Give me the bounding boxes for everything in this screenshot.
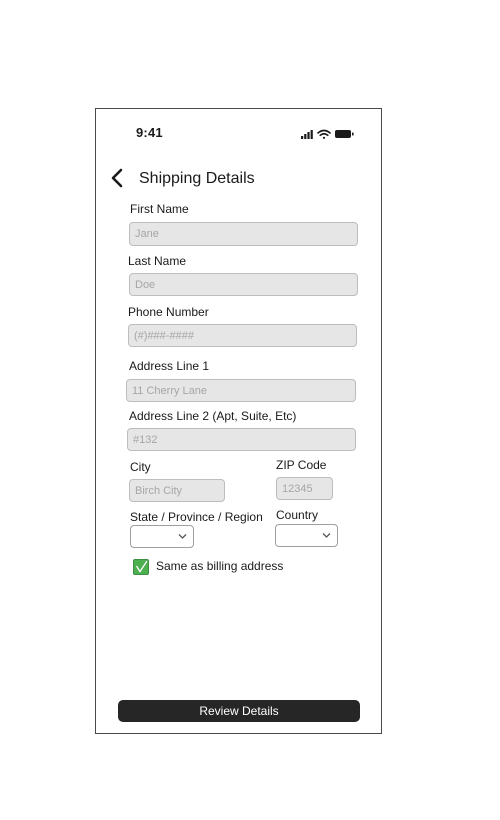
zip-input[interactable]	[276, 477, 333, 500]
signal-icon	[301, 130, 313, 139]
review-details-button[interactable]: Review Details	[118, 700, 360, 722]
back-button[interactable]	[109, 167, 125, 189]
same-as-billing-label: Same as billing address	[156, 559, 284, 573]
wifi-icon	[317, 129, 331, 139]
page-title: Shipping Details	[139, 170, 255, 187]
phone-label: Phone Number	[128, 305, 209, 319]
address1-input[interactable]	[126, 379, 356, 402]
address1-label: Address Line 1	[129, 359, 210, 373]
country-label: Country	[276, 508, 319, 522]
zip-label: ZIP Code	[276, 458, 327, 472]
battery-icon	[335, 130, 354, 138]
last-name-label: Last Name	[128, 254, 187, 268]
state-label: State / Province / Region	[130, 510, 263, 524]
phone-frame: 9:41 Shipping Details First Name Jane La…	[95, 108, 382, 734]
country-select[interactable]	[275, 524, 338, 547]
status-icons-svg	[301, 129, 354, 139]
chevron-down-icon	[178, 534, 187, 539]
address2-input[interactable]	[127, 428, 356, 451]
first-name-input[interactable]	[129, 222, 358, 246]
city-label: City	[130, 460, 151, 474]
state-select[interactable]	[130, 525, 194, 548]
city-input[interactable]	[129, 479, 225, 502]
last-name-input[interactable]	[129, 273, 358, 296]
status-icons	[301, 127, 361, 139]
chevron-down-icon	[322, 533, 331, 538]
first-name-label: First Name	[130, 202, 189, 216]
same-as-billing-checkbox[interactable]	[133, 559, 149, 575]
checkmark-icon	[135, 560, 148, 573]
address2-label: Address Line 2 (Apt, Suite, Etc)	[129, 409, 297, 423]
phone-input[interactable]	[128, 324, 357, 347]
status-time: 9:41	[136, 125, 163, 140]
chevron-left-icon	[111, 168, 123, 188]
